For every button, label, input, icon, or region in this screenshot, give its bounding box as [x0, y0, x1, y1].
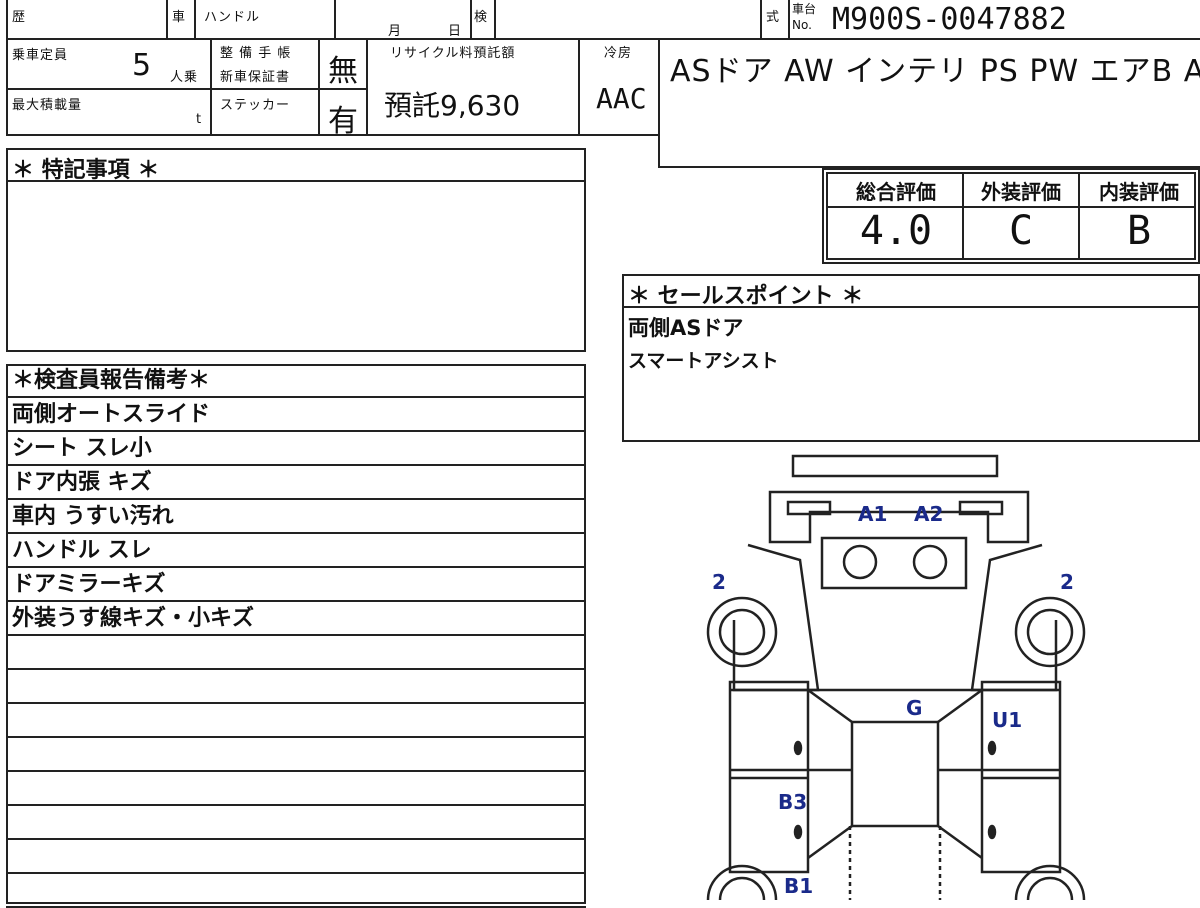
- rear-seat-left: [842, 544, 878, 580]
- right-handle-lower: [987, 824, 997, 840]
- rear-seat-right: [912, 544, 948, 580]
- type-label: 式: [766, 10, 781, 25]
- left-fender-shape: [732, 543, 820, 692]
- warranty-label: 新車保証書: [220, 70, 291, 85]
- overall-grade-value: 4.0: [859, 208, 933, 254]
- right-fender-shape: [970, 543, 1058, 692]
- report-item: [6, 772, 586, 806]
- interior-grade-value: B: [1126, 208, 1152, 254]
- overall-grade-label: 総合評価: [856, 180, 936, 204]
- report-item: [6, 704, 586, 738]
- ac-label: 冷房: [604, 46, 633, 61]
- diagram-label-right-fender: 2: [1060, 570, 1074, 594]
- recycle-label: リサイクル料預託額: [390, 46, 516, 61]
- left-front-wheel-inner: [718, 876, 766, 900]
- report-item: ドア内張 キズ: [6, 466, 586, 500]
- report-item: [6, 670, 586, 704]
- ac-value: AAC: [596, 82, 647, 115]
- chassis-number: M900S-0047882: [832, 2, 1067, 37]
- report-item: [6, 636, 586, 670]
- left-rear-wheel-outer: [706, 596, 778, 668]
- report-item: [6, 840, 586, 874]
- report-item: 車内 うすい汚れ: [6, 500, 586, 534]
- report-item: ドアミラーキズ: [6, 568, 586, 602]
- rear-bumper-shape: [791, 454, 999, 478]
- chassis-label-top: 車台: [792, 2, 817, 16]
- history-label: 歴: [12, 10, 27, 25]
- right-handle-upper: [987, 740, 997, 756]
- month-label: 月: [388, 24, 403, 39]
- special-notes-title: ＊ 特記事項 ＊: [12, 158, 160, 183]
- right-front-wheel-inner: [1026, 876, 1074, 900]
- diagram-label-left-fender: 2: [712, 570, 726, 594]
- recycle-value: 預託9,630: [384, 89, 521, 122]
- left-rear-wheel-inner: [718, 608, 766, 656]
- diagram-label-u1: U1: [992, 708, 1023, 732]
- report-item: [6, 738, 586, 772]
- equipment-list: ASドア AW インテリ PS PW エアB ABS: [670, 54, 1200, 89]
- diagram-label-a2: A2: [914, 502, 944, 526]
- capacity-unit: 人乗: [170, 70, 199, 85]
- rear-body-shape: [768, 490, 1030, 544]
- inspector-report-title: ＊検査員報告備考＊: [6, 364, 586, 398]
- sales-point-2: スマートアシスト: [628, 350, 779, 372]
- diagram-label-a1: A1: [858, 502, 888, 526]
- maintenance-value: 無: [328, 54, 358, 89]
- roof-shape: [850, 720, 940, 828]
- left-handle-upper: [793, 740, 803, 756]
- capacity-value: 5: [132, 48, 152, 83]
- interior-grade-label: 内装評価: [1099, 180, 1179, 204]
- report-item: シート スレ小: [6, 432, 586, 466]
- max-load-unit: t: [196, 112, 203, 127]
- max-load-label: 最大積載量: [12, 98, 83, 113]
- report-item: ハンドル スレ: [6, 534, 586, 568]
- car-label: 車: [172, 10, 187, 25]
- report-item: [6, 874, 586, 908]
- diagram-label-b3: B3: [778, 790, 808, 814]
- maintenance-label: 整 備 手 帳: [220, 46, 292, 61]
- inspection-label: 検: [474, 10, 489, 25]
- exterior-grade-label: 外装評価: [981, 180, 1061, 204]
- capacity-label: 乗車定員: [12, 48, 69, 63]
- day-label: 日: [448, 24, 463, 39]
- exterior-grade-value: C: [1008, 208, 1034, 254]
- right-rear-wheel-outer: [1014, 596, 1086, 668]
- handle-label: ハンドル: [204, 10, 261, 25]
- report-item: 外装うす線キズ・小キズ: [6, 602, 586, 636]
- sales-point-1: 両側ASドア: [628, 316, 744, 340]
- chassis-label-no: No.: [792, 18, 812, 32]
- diagram-label-glass: G: [906, 696, 923, 720]
- sales-points-title: ＊ セールスポイント ＊: [628, 284, 864, 309]
- right-rear-wheel-inner: [1026, 608, 1074, 656]
- left-handle-lower: [793, 824, 803, 840]
- car-diagram: [706, 454, 1086, 900]
- diagram-label-b1: B1: [784, 874, 814, 898]
- sticker-value: 有: [328, 104, 358, 139]
- report-item: 両側オートスライド: [6, 398, 586, 432]
- sticker-label: ステッカー: [220, 98, 291, 113]
- report-item: [6, 806, 586, 840]
